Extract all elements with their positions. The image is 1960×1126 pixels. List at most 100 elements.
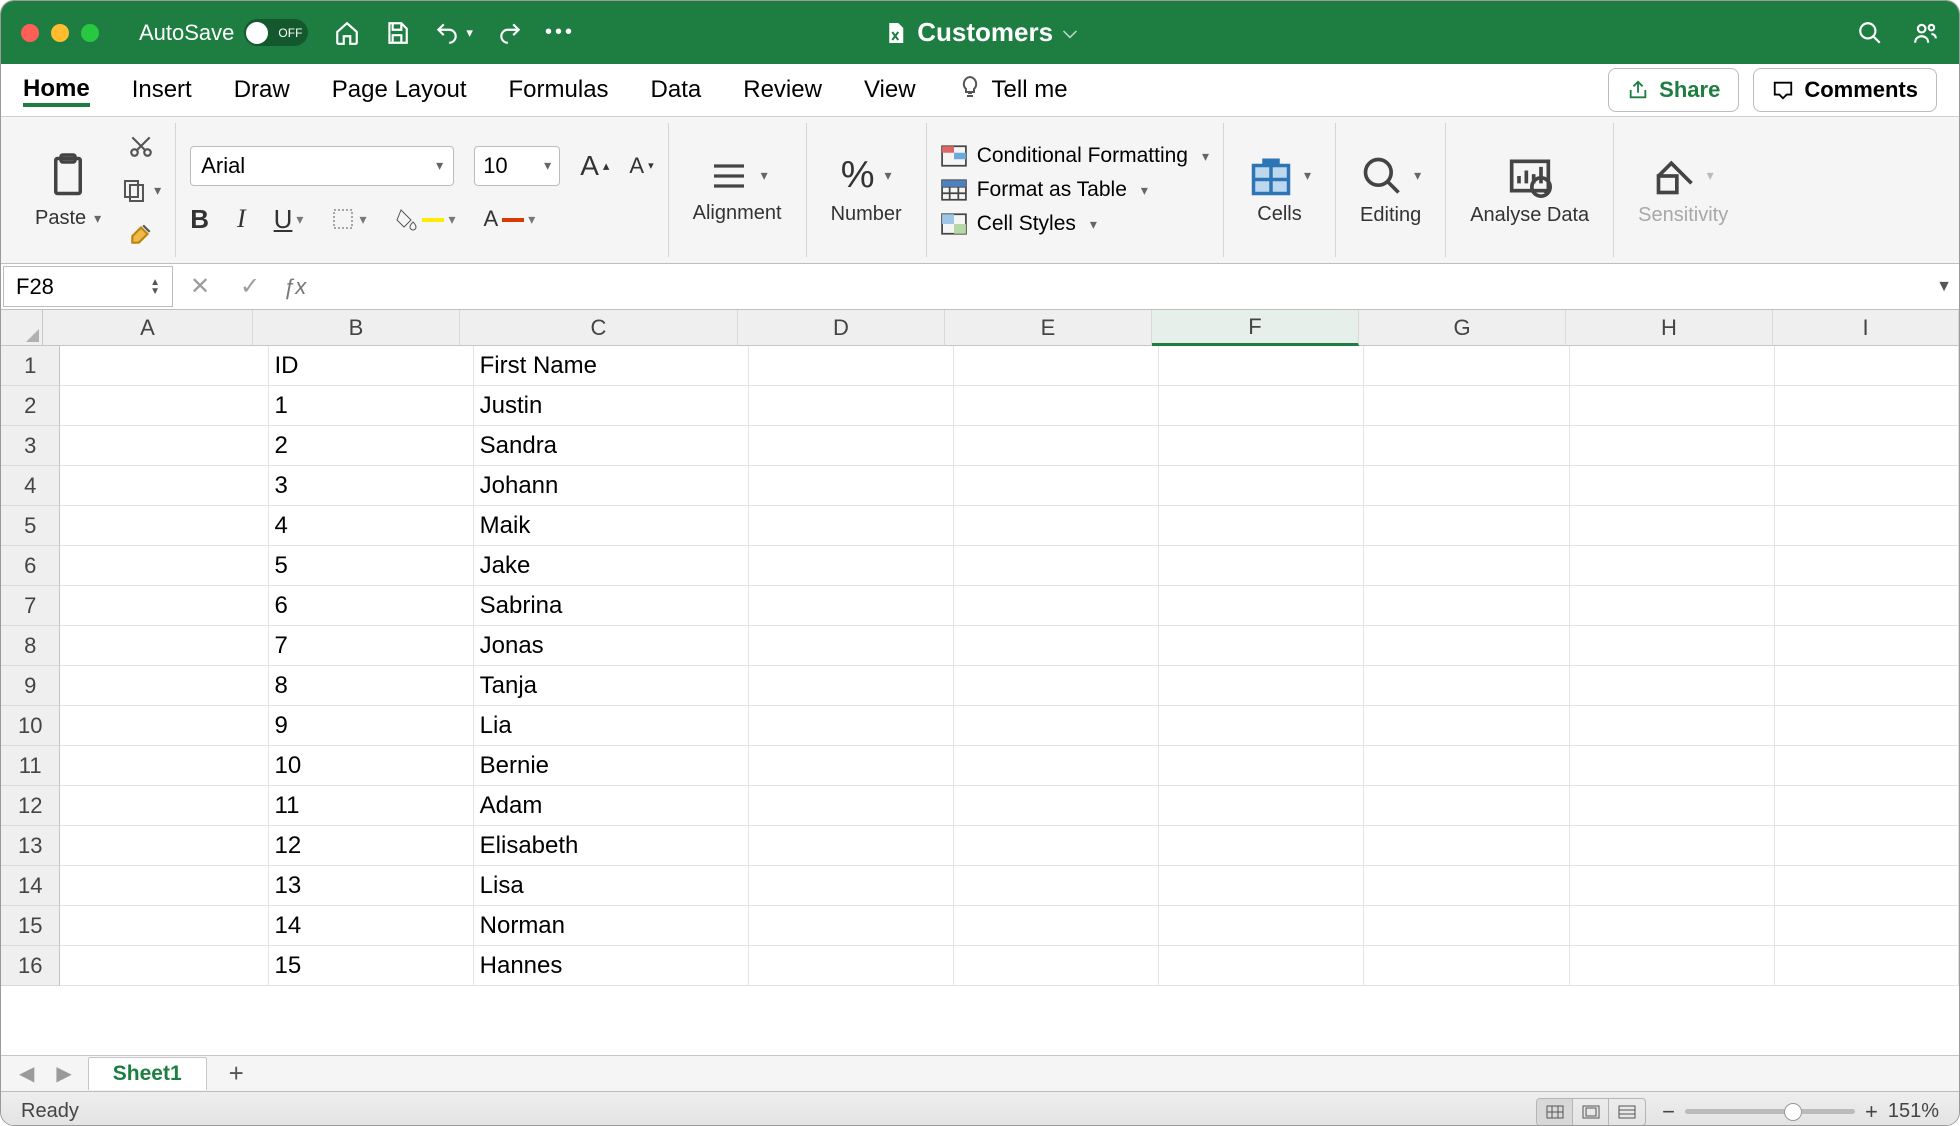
cell-D3[interactable] [749,426,954,466]
cell-A9[interactable] [60,666,268,706]
cell-D9[interactable] [749,666,954,706]
cell-H5[interactable] [1570,506,1775,546]
cell-I15[interactable] [1775,906,1959,946]
cell-C10[interactable]: Lia [474,706,749,746]
tell-me-search[interactable]: Tell me [958,73,1068,108]
cell-C4[interactable]: Johann [474,466,749,506]
row-header[interactable]: 2 [1,386,60,426]
cell-H13[interactable] [1570,826,1775,866]
cell-H11[interactable] [1570,746,1775,786]
cell-E3[interactable] [954,426,1159,466]
cell-C5[interactable]: Maik [474,506,749,546]
sheet-tab-active[interactable]: Sheet1 [88,1057,207,1090]
sheet-nav-next-icon[interactable]: ▶ [50,1061,77,1086]
cut-icon[interactable] [121,129,161,163]
cell-F10[interactable] [1159,706,1364,746]
column-header-F[interactable]: F [1152,310,1359,346]
cell-B1[interactable]: ID [269,346,474,386]
analyse-data-button[interactable]: Analyse Data [1460,150,1599,230]
alignment-button[interactable]: ▾ Alignment [683,152,792,229]
cell-H4[interactable] [1570,466,1775,506]
cell-B15[interactable]: 14 [269,906,474,946]
sensitivity-button[interactable]: ▾ Sensitivity [1628,150,1738,231]
cell-A15[interactable] [60,906,268,946]
borders-button[interactable]: ▾ [331,207,366,231]
cell-I6[interactable] [1775,546,1959,586]
undo-chevron[interactable]: ▾ [466,25,473,41]
cell-B8[interactable]: 7 [269,626,474,666]
cell-H6[interactable] [1570,546,1775,586]
cell-C9[interactable]: Tanja [474,666,749,706]
cell-F15[interactable] [1159,906,1364,946]
cell-A4[interactable] [60,466,268,506]
cell-I3[interactable] [1775,426,1959,466]
cell-G15[interactable] [1364,906,1569,946]
cell-C15[interactable]: Norman [474,906,749,946]
cell-I14[interactable] [1775,866,1959,906]
column-header-H[interactable]: H [1566,310,1773,346]
cell-H16[interactable] [1570,946,1775,986]
minimize-window-button[interactable] [51,24,69,42]
row-header[interactable]: 11 [1,746,60,786]
search-icon[interactable] [1857,20,1883,46]
chevron-down-icon[interactable]: ⌵ [1063,22,1077,43]
cell-I4[interactable] [1775,466,1959,506]
cell-E13[interactable] [954,826,1159,866]
row-header[interactable]: 5 [1,506,60,546]
cell-E2[interactable] [954,386,1159,426]
cell-A8[interactable] [60,626,268,666]
cell-C1[interactable]: First Name [474,346,749,386]
cell-B3[interactable]: 2 [269,426,474,466]
share-people-icon[interactable] [1913,20,1939,46]
page-break-view-icon[interactable] [1609,1099,1645,1125]
cell-B4[interactable]: 3 [269,466,474,506]
accept-formula-icon[interactable]: ✓ [225,264,275,309]
zoom-slider[interactable] [1685,1109,1855,1114]
cell-I7[interactable] [1775,586,1959,626]
zoom-in-icon[interactable]: + [1865,1099,1878,1125]
cell-H7[interactable] [1570,586,1775,626]
cell-E12[interactable] [954,786,1159,826]
cell-G3[interactable] [1364,426,1569,466]
row-header[interactable]: 16 [1,946,60,986]
cell-G16[interactable] [1364,946,1569,986]
cell-E16[interactable] [954,946,1159,986]
tab-insert[interactable]: Insert [132,74,192,106]
cell-A3[interactable] [60,426,268,466]
autosave-toggle[interactable]: AutoSave OFF [139,19,308,46]
column-header-B[interactable]: B [253,310,460,346]
cell-E5[interactable] [954,506,1159,546]
cell-G2[interactable] [1364,386,1569,426]
tab-formulas[interactable]: Formulas [509,74,609,106]
home-icon[interactable] [334,20,360,46]
copy-icon[interactable]: ▾ [121,173,161,207]
cell-H10[interactable] [1570,706,1775,746]
redo-icon[interactable] [497,20,523,46]
row-header[interactable]: 13 [1,826,60,866]
more-icon[interactable]: ••• [547,20,573,46]
row-header[interactable]: 7 [1,586,60,626]
cell-G13[interactable] [1364,826,1569,866]
row-header[interactable]: 12 [1,786,60,826]
cell-I9[interactable] [1775,666,1959,706]
cell-H1[interactable] [1570,346,1775,386]
cell-F6[interactable] [1159,546,1364,586]
cell-I11[interactable] [1775,746,1959,786]
document-title[interactable]: Customers ⌵ [883,17,1076,48]
sheet-nav-prev-icon[interactable]: ◀ [13,1061,40,1086]
cell-D10[interactable] [749,706,954,746]
cell-I1[interactable] [1775,346,1959,386]
cell-I2[interactable] [1775,386,1959,426]
cell-E7[interactable] [954,586,1159,626]
cell-D14[interactable] [749,866,954,906]
cell-A13[interactable] [60,826,268,866]
cell-E15[interactable] [954,906,1159,946]
cell-D5[interactable] [749,506,954,546]
number-format-button[interactable]: %▾ Number [821,150,912,230]
cell-B13[interactable]: 12 [269,826,474,866]
cell-styles-button[interactable]: Cell Styles▾ [941,212,1209,236]
expand-formula-bar-icon[interactable]: ▼ [1929,264,1959,309]
cell-F11[interactable] [1159,746,1364,786]
zoom-control[interactable]: − + 151% [1662,1099,1939,1125]
cells-button[interactable]: ▾ Cells [1238,151,1321,230]
